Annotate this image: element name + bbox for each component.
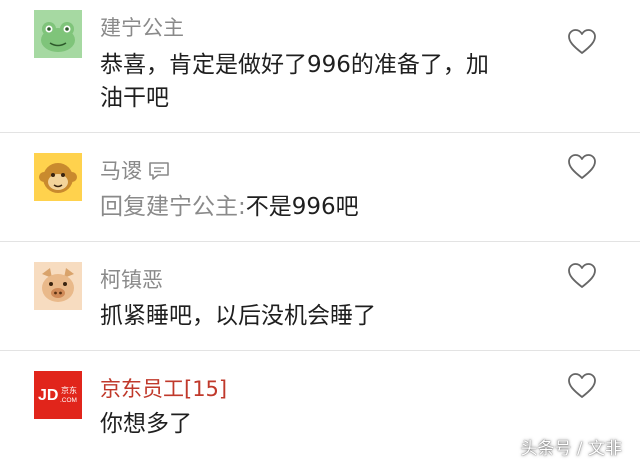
- comment-text: 恭喜，肯定是做好了996的准备了，加 油干吧: [100, 49, 530, 115]
- heart-outline-icon[interactable]: [567, 262, 597, 290]
- comment-text-line: 油干吧: [100, 85, 169, 111]
- heart-outline-icon[interactable]: [567, 372, 597, 400]
- comment-username[interactable]: 京东员工[15]: [100, 373, 227, 403]
- comment-username[interactable]: 建宁公主: [100, 12, 184, 42]
- heart-outline-icon[interactable]: [567, 28, 597, 56]
- comment-text: 你想多了: [100, 411, 192, 437]
- comment-text: 回复建宁公主:不是996吧: [100, 191, 530, 224]
- heart-outline-icon[interactable]: [567, 153, 597, 181]
- svg-text:京东: 京东: [61, 385, 77, 395]
- watermark: 头条号 / 文非: [520, 439, 622, 459]
- svg-text:JD: JD: [38, 387, 58, 404]
- monkey-avatar-icon[interactable]: [34, 153, 82, 201]
- comment-item: 建宁公主 恭喜，肯定是做好了996的准备了，加 油干吧: [0, 0, 640, 132]
- chat-bubble-icon: [148, 161, 170, 181]
- comment-text-body: 不是996吧: [245, 194, 359, 220]
- comment-item: 马谡 回复建宁公主:不是996吧: [0, 133, 640, 241]
- comment-username[interactable]: 柯镇恶: [100, 264, 163, 294]
- comment-username-label: 马谡: [100, 159, 142, 183]
- svg-text:.COM: .COM: [60, 397, 77, 404]
- reply-prefix[interactable]: 回复建宁公主:: [100, 194, 246, 220]
- jd-logo-avatar[interactable]: JD 京东 .COM: [34, 371, 82, 419]
- comment-username[interactable]: 马谡: [100, 155, 170, 185]
- comment-text: 抓紧睡吧，以后没机会睡了: [100, 303, 376, 329]
- comment-item: 柯镇恶 抓紧睡吧，以后没机会睡了: [0, 242, 640, 350]
- comment-text-line: 恭喜，肯定是做好了996的准备了，加: [100, 52, 489, 78]
- pig-avatar-icon[interactable]: [34, 262, 82, 310]
- frog-avatar-icon[interactable]: [34, 10, 82, 58]
